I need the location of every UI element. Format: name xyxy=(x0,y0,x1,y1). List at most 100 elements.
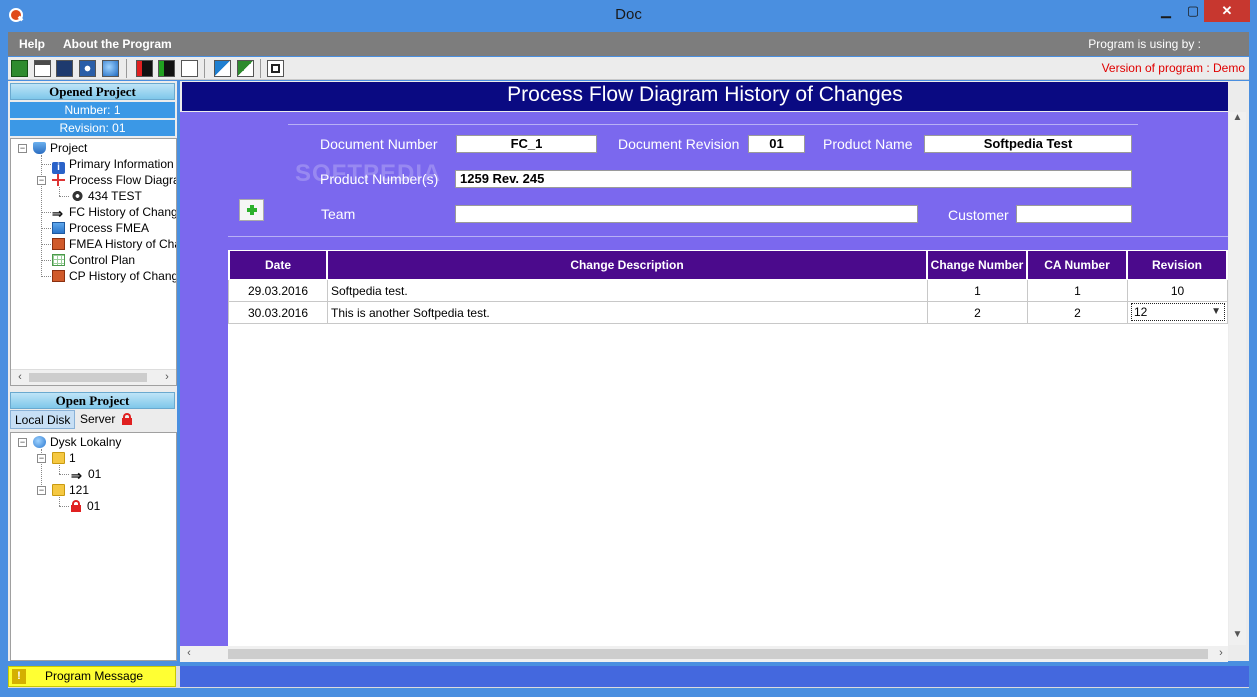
report-s-icon[interactable] xyxy=(158,60,175,77)
shield-icon xyxy=(33,142,46,154)
collapse-icon[interactable]: − xyxy=(37,454,46,463)
hierarchy-icon xyxy=(52,174,65,186)
customer-label: Customer xyxy=(948,207,1009,223)
column-header-revision[interactable]: Revision xyxy=(1127,250,1227,280)
scroll-left-icon[interactable]: ‹ xyxy=(182,647,196,659)
tree-item-process-fmea[interactable]: Process FMEA xyxy=(52,220,149,236)
scroll-thumb[interactable] xyxy=(29,373,147,382)
scroll-thumb[interactable] xyxy=(228,649,1208,659)
table-cell-description[interactable]: Softpedia test. xyxy=(328,280,928,302)
collapse-icon[interactable]: − xyxy=(18,144,27,153)
grid-icon xyxy=(52,254,65,266)
table-cell-change-number[interactable]: 1 xyxy=(928,280,1028,302)
arrow-right-icon: ⇒ xyxy=(52,206,63,221)
product-numbers-field[interactable]: 1259 Rev. 245 xyxy=(455,170,1132,188)
main-vscrollbar[interactable]: ▲ ▼ xyxy=(1229,112,1246,645)
team-field[interactable] xyxy=(455,205,918,223)
tree-item-control-plan[interactable]: Control Plan xyxy=(52,252,135,268)
layout-blue-icon[interactable] xyxy=(214,60,231,77)
tab-server[interactable]: Server xyxy=(76,410,119,429)
chevron-down-icon[interactable]: ▼ xyxy=(1211,304,1221,320)
collapse-icon[interactable]: − xyxy=(18,438,27,447)
close-button[interactable]: ✕ xyxy=(1204,0,1250,22)
tree-item-revision-01[interactable]: ⇒ 01 xyxy=(71,466,101,482)
tree-item-434-test[interactable]: 434 TEST xyxy=(71,188,142,204)
report-r-icon[interactable] xyxy=(136,60,153,77)
tree-item-folder-1[interactable]: 1 xyxy=(52,450,76,466)
tree-item-label: Dysk Lokalny xyxy=(50,435,122,449)
tree-item-dysk-lokalny[interactable]: Dysk Lokalny xyxy=(33,434,121,450)
scroll-up-icon[interactable]: ▲ xyxy=(1231,112,1244,123)
disk-tree: − Dysk Lokalny − 1 ⇒ 01 − 121 01 xyxy=(10,432,177,661)
back-arrow-icon[interactable] xyxy=(11,60,28,77)
settings-gear-icon[interactable] xyxy=(79,60,96,77)
tree-item-fmea-history[interactable]: FMEA History of Char xyxy=(52,236,176,252)
column-header-ca-number[interactable]: CA Number xyxy=(1027,250,1127,280)
add-row-button[interactable] xyxy=(239,199,264,221)
menu-help[interactable]: Help xyxy=(19,37,45,51)
scroll-left-icon[interactable]: ‹ xyxy=(13,371,27,383)
column-header-change-number[interactable]: Change Number xyxy=(927,250,1027,280)
collapse-icon[interactable]: − xyxy=(37,176,46,185)
project-number: Number: 1 xyxy=(10,102,175,118)
project-revision: Revision: 01 xyxy=(10,120,175,136)
tree-item-label: Process FMEA xyxy=(69,221,150,235)
document-revision-field[interactable]: 01 xyxy=(748,135,805,153)
tree-hscrollbar[interactable]: ‹ › xyxy=(11,369,176,385)
table-cell-change-number[interactable]: 2 xyxy=(928,302,1028,324)
menu-about[interactable]: About the Program xyxy=(63,37,172,51)
revision-select[interactable]: 12 ▼ xyxy=(1131,303,1225,321)
toolbar-separator xyxy=(260,59,261,78)
tree-item-process-flow-diagram[interactable]: Process Flow Diagram xyxy=(52,172,176,188)
collapse-icon[interactable]: − xyxy=(37,486,46,495)
minimize-button[interactable]: ▁ xyxy=(1156,0,1176,22)
tree-item-primary-information[interactable]: i Primary Information xyxy=(52,156,174,174)
table-cell-ca-number[interactable]: 2 xyxy=(1028,302,1128,324)
column-header-date[interactable]: Date xyxy=(229,250,327,280)
globe-icon[interactable] xyxy=(102,60,119,77)
left-panel: Opened Project Number: 1 Revision: 01 − … xyxy=(8,81,177,661)
main-hscrollbar[interactable]: ‹ › xyxy=(180,646,1228,662)
product-numbers-label: Product Number(s) xyxy=(320,171,439,187)
table-cell-date[interactable]: 30.03.2016 xyxy=(228,302,328,324)
scroll-down-icon[interactable]: ▼ xyxy=(1231,629,1244,640)
program-message-area xyxy=(180,666,1249,687)
brick-icon xyxy=(52,270,65,282)
form-area: SOFTPEDIA Document Number FC_1 Document … xyxy=(180,112,1228,647)
warning-icon: ! xyxy=(12,669,26,684)
table-cell-revision[interactable]: 10 xyxy=(1128,280,1228,302)
tree-item-cp-history[interactable]: CP History of Change xyxy=(52,268,177,284)
scroll-right-icon[interactable]: › xyxy=(1214,647,1228,659)
gear-icon xyxy=(71,190,84,202)
table-cell-description[interactable]: This is another Softpedia test. xyxy=(328,302,928,324)
fullscreen-icon[interactable] xyxy=(267,60,284,77)
document-number-field[interactable]: FC_1 xyxy=(456,135,597,153)
tree-item-fc-history[interactable]: ⇒ FC History of Change xyxy=(52,204,177,221)
tree-item-project[interactable]: Project xyxy=(33,140,87,156)
customer-field[interactable] xyxy=(1016,205,1132,223)
toolbar: Version of program : Demo xyxy=(8,57,1249,80)
checkbox-icon[interactable] xyxy=(181,60,198,77)
storage-tabs: Local Disk Server xyxy=(10,410,177,430)
save-icon[interactable] xyxy=(56,60,73,77)
open-project-header: Open Project xyxy=(10,392,175,409)
project-tree: − Project i Primary Information − Process… xyxy=(10,138,177,386)
divider xyxy=(228,236,1228,237)
column-header-description[interactable]: Change Description xyxy=(327,250,927,280)
window-title: Doc xyxy=(615,6,642,23)
product-name-field[interactable]: Softpedia Test xyxy=(924,135,1132,153)
document-revision-label: Document Revision xyxy=(618,136,740,152)
maximize-button[interactable]: ▢ xyxy=(1183,0,1203,22)
tree-item-locked-01[interactable]: 01 xyxy=(71,498,100,514)
layout-green-icon[interactable] xyxy=(237,60,254,77)
tab-local-disk[interactable]: Local Disk xyxy=(10,410,76,429)
tree-item-label: CP History of Change xyxy=(69,269,177,283)
new-window-icon[interactable] xyxy=(34,60,51,77)
table-cell-ca-number[interactable]: 1 xyxy=(1028,280,1128,302)
title-bar: Doc ▁ ▢ ✕ xyxy=(0,0,1257,30)
product-name-label: Product Name xyxy=(823,136,913,152)
table-cell-date[interactable]: 29.03.2016 xyxy=(228,280,328,302)
scroll-right-icon[interactable]: › xyxy=(160,371,174,383)
tree-item-label: FC History of Change xyxy=(69,205,177,219)
tree-item-folder-121[interactable]: 121 xyxy=(52,482,89,498)
